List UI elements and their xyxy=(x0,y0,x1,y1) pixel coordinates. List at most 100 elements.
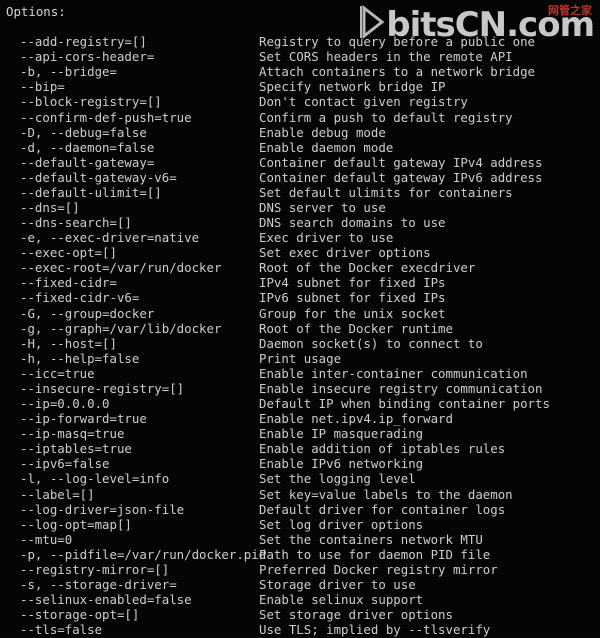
option-row: --selinux-enabled=false Enable selinux su… xyxy=(0,592,600,607)
option-row: -p, --pidfile=/var/run/docker.pid Path to… xyxy=(0,547,600,562)
option-description: Root of the Docker runtime xyxy=(259,320,453,336)
option-description: Specify network bridge IP xyxy=(259,79,446,95)
option-description: Attach containers to a network bridge xyxy=(259,64,536,80)
option-flag: --fixed-cidr-v6= xyxy=(20,290,140,306)
option-description: Enable addition of iptables rules xyxy=(259,441,506,457)
option-row: --ipv6=false Enable IPv6 networking xyxy=(0,456,600,471)
option-description: Confirm a push to default registry xyxy=(259,109,513,125)
option-row: -h, --help=false Print usage xyxy=(0,351,600,366)
options-list: --add-registry=[] Registry to query befor… xyxy=(0,34,600,637)
option-description: Set log driver options xyxy=(259,516,424,532)
option-flag: --exec-opt=[] xyxy=(20,245,117,261)
option-description: Preferred Docker registry mirror xyxy=(259,561,498,577)
option-description: Root of the Docker execdriver xyxy=(259,260,476,276)
option-row: --dns-search=[] DNS search domains to use xyxy=(0,215,600,230)
option-description: IPv4 subnet for fixed IPs xyxy=(259,275,446,291)
option-flag: -D, --debug=false xyxy=(20,124,147,140)
option-row: --ip-forward=true Enable net.ipv4.ip_forw… xyxy=(0,411,600,426)
option-flag: --exec-root=/var/run/docker xyxy=(20,260,222,276)
option-description: IPv6 subnet for fixed IPs xyxy=(259,290,446,306)
option-row: --dns=[] DNS server to use xyxy=(0,200,600,215)
option-flag: --tls=false xyxy=(20,622,103,638)
option-row: --default-gateway-v6= Container default g… xyxy=(0,170,600,185)
option-description: Set storage driver options xyxy=(259,607,453,623)
option-row: --add-registry=[] Registry to query befor… xyxy=(0,34,600,49)
option-description: Container default gateway IPv6 address xyxy=(259,169,543,185)
option-description: Container default gateway IPv4 address xyxy=(259,154,543,170)
option-flag: --selinux-enabled=false xyxy=(20,592,192,608)
option-description: Print usage xyxy=(259,350,342,366)
option-description: DNS server to use xyxy=(259,200,386,216)
option-description: Set the logging level xyxy=(259,471,416,487)
option-flag: --default-ulimit=[] xyxy=(20,184,162,200)
option-row: -d, --daemon=false Enable daemon mode xyxy=(0,140,600,155)
option-description: Exec driver to use xyxy=(259,230,394,246)
option-row: --api-cors-header= Set CORS headers in th… xyxy=(0,49,600,64)
option-flag: -H, --host=[] xyxy=(20,335,117,351)
option-row: --iptables=true Enable addition of iptabl… xyxy=(0,441,600,456)
option-row: --bip= Specify network bridge IP xyxy=(0,79,600,94)
option-flag: --dns=[] xyxy=(20,200,80,216)
option-flag: -e, --exec-driver=native xyxy=(20,230,200,246)
options-heading: Options: xyxy=(6,4,66,19)
option-row: --icc=true Enable inter-container communi… xyxy=(0,366,600,381)
option-flag: --log-opt=map[] xyxy=(20,516,132,532)
option-row: --storage-opt=[] Set storage driver optio… xyxy=(0,607,600,622)
option-flag: --log-driver=json-file xyxy=(20,501,185,517)
option-row: --confirm-def-push=true Confirm a push to… xyxy=(0,110,600,125)
option-row: --log-driver=json-file Default driver for… xyxy=(0,502,600,517)
option-row: -b, --bridge= Attach containers to a netw… xyxy=(0,64,600,79)
option-description: Storage driver to use xyxy=(259,576,416,592)
option-flag: --api-cors-header= xyxy=(20,49,155,65)
option-row: -l, --log-level=info Set the logging leve… xyxy=(0,471,600,486)
option-description: Enable insecure registry communication xyxy=(259,380,543,396)
terminal-output: Options: --add-registry=[] Registry to qu… xyxy=(0,4,600,637)
option-flag: -h, --help=false xyxy=(20,350,140,366)
terminal-screen[interactable]: Options: --add-registry=[] Registry to qu… xyxy=(0,0,600,638)
option-description: Set default ulimits for containers xyxy=(259,184,513,200)
option-flag: --ip=0.0.0.0 xyxy=(20,396,110,412)
option-row: --tls=false Use TLS; implied by --tlsveri… xyxy=(0,622,600,637)
option-description: Set key=value labels to the daemon xyxy=(259,486,513,502)
option-row: --ip=0.0.0.0 Default IP when binding cont… xyxy=(0,396,600,411)
option-flag: --default-gateway= xyxy=(20,154,155,170)
option-flag: --default-gateway-v6= xyxy=(20,169,177,185)
option-flag: --dns-search=[] xyxy=(20,215,132,231)
option-row: --insecure-registry=[] Enable insecure re… xyxy=(0,381,600,396)
option-row: -e, --exec-driver=native Exec driver to u… xyxy=(0,230,600,245)
option-description: Enable inter-container communication xyxy=(259,365,528,381)
option-flag: -l, --log-level=info xyxy=(20,471,170,487)
option-flag: --mtu=0 xyxy=(20,531,73,547)
option-row: -G, --group=docker Group for the unix soc… xyxy=(0,306,600,321)
option-description: Enable debug mode xyxy=(259,124,386,140)
option-flag: -p, --pidfile=/var/run/docker.pid xyxy=(20,546,267,562)
option-flag: --block-registry=[] xyxy=(20,94,162,110)
option-row: --mtu=0 Set the containers network MTU xyxy=(0,532,600,547)
option-description: Registry to query before a public one xyxy=(259,34,536,50)
option-description: Path to use for daemon PID file xyxy=(259,546,491,562)
option-flag: --icc=true xyxy=(20,365,95,381)
option-description: Group for the unix socket xyxy=(259,305,446,321)
option-row: --block-registry=[] Don't contact given r… xyxy=(0,94,600,109)
option-description: Don't contact given registry xyxy=(259,94,468,110)
option-flag: --ip-forward=true xyxy=(20,411,147,427)
option-flag: --iptables=true xyxy=(20,441,132,457)
option-description: Set exec driver options xyxy=(259,245,431,261)
option-description: Enable net.ipv4.ip_forward xyxy=(259,411,453,427)
option-description: Set the containers network MTU xyxy=(259,531,483,547)
option-flag: -G, --group=docker xyxy=(20,305,155,321)
option-row: --log-opt=map[] Set log driver options xyxy=(0,517,600,532)
option-row: --default-gateway= Container default gate… xyxy=(0,155,600,170)
option-description: Daemon socket(s) to connect to xyxy=(259,335,483,351)
option-row: --ip-masq=true Enable IP masquerading xyxy=(0,426,600,441)
option-row: --fixed-cidr= IPv4 subnet for fixed IPs xyxy=(0,275,600,290)
option-row: -D, --debug=false Enable debug mode xyxy=(0,125,600,140)
option-row: --label=[] Set key=value labels to the da… xyxy=(0,487,600,502)
option-row: --registry-mirror=[] Preferred Docker reg… xyxy=(0,562,600,577)
option-flag: --storage-opt=[] xyxy=(20,607,140,623)
option-flag: -d, --daemon=false xyxy=(20,139,155,155)
option-flag: --confirm-def-push=true xyxy=(20,109,192,125)
option-flag: --label=[] xyxy=(20,486,95,502)
option-row: -H, --host=[] Daemon socket(s) to connect… xyxy=(0,336,600,351)
